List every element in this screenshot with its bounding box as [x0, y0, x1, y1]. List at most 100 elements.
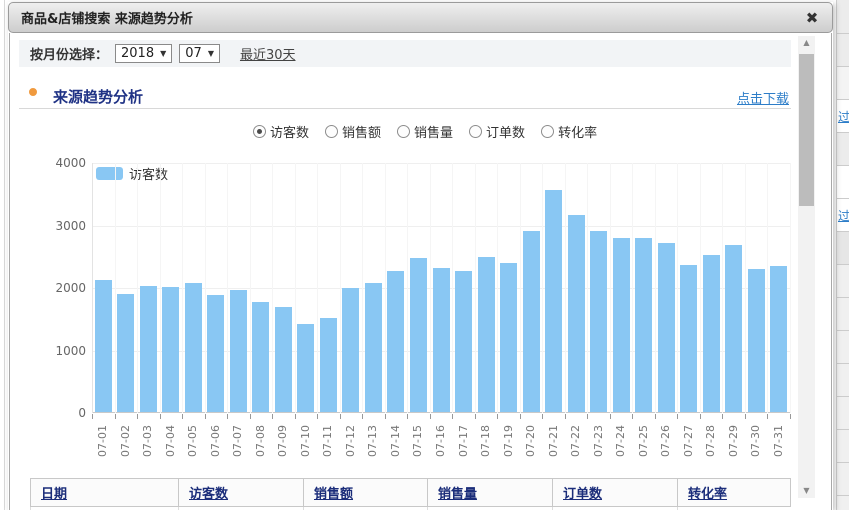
gridline [520, 163, 521, 413]
bar-07-16 [433, 268, 450, 412]
bar-07-28 [703, 255, 720, 413]
download-link[interactable]: 点击下载 [737, 88, 789, 107]
radio-icon[interactable] [325, 125, 338, 138]
dialog-titlebar: 商品&店铺搜索 来源趋势分析 ✖ [8, 2, 833, 33]
x-axis-label: 07-17 [458, 419, 470, 463]
gridline [767, 163, 768, 413]
radio-icon[interactable] [397, 125, 410, 138]
column-header-访客数[interactable]: 访客数 [189, 483, 228, 502]
gridline [160, 163, 161, 413]
x-axis-label: 07-06 [210, 419, 222, 463]
metric-radio-group: 访客数销售额销售量订单数转化率 [253, 122, 613, 140]
x-axis-tick [632, 414, 633, 419]
x-axis-label: 07-23 [593, 419, 605, 463]
scroll-up-icon[interactable]: ▲ [798, 36, 815, 50]
bar-07-14 [387, 271, 404, 412]
x-axis-label: 07-24 [615, 419, 627, 463]
x-axis-label: 07-11 [322, 419, 334, 463]
dialog-scrollbar[interactable]: ▲ ▼ [798, 36, 815, 498]
gridline [790, 163, 791, 413]
x-axis-label: 07-26 [660, 419, 672, 463]
y-axis-tick-label: 0 [36, 406, 86, 420]
metric-radio-销售量[interactable]: 销售量 [397, 122, 453, 141]
x-axis-label: 07-15 [412, 419, 424, 463]
x-axis-tick [677, 414, 678, 419]
bar-07-01 [95, 280, 112, 412]
month-select-value: 07 [185, 46, 202, 61]
radio-icon[interactable] [469, 125, 482, 138]
x-axis-label: 07-08 [255, 419, 267, 463]
x-axis-tick [497, 414, 498, 419]
close-icon[interactable]: ✖ [802, 8, 822, 28]
x-axis-label: 07-28 [705, 419, 717, 463]
x-axis-label: 07-12 [345, 419, 357, 463]
scroll-down-icon[interactable]: ▼ [798, 484, 815, 498]
bar-07-18 [478, 257, 495, 412]
month-select[interactable]: 07 ▼ [179, 44, 220, 63]
bar-07-26 [658, 243, 675, 412]
x-axis-tick [565, 414, 566, 419]
recent-30-days-link[interactable]: 最近30天 [240, 44, 296, 63]
x-axis-tick [92, 414, 93, 419]
column-header-日期[interactable]: 日期 [41, 483, 67, 502]
gridline [362, 163, 363, 413]
radio-icon[interactable] [541, 125, 554, 138]
background-table-row [837, 397, 849, 430]
x-axis-tick [767, 414, 768, 419]
column-header-订单数[interactable]: 订单数 [563, 483, 602, 502]
month-filter-label: 按月份选择： [30, 44, 108, 63]
y-axis-tick-label: 1000 [36, 344, 86, 358]
gridline [137, 163, 138, 413]
background-table-row [837, 34, 849, 67]
gridline [497, 163, 498, 413]
bar-07-12 [342, 288, 359, 412]
x-axis-tick [205, 414, 206, 419]
background-table-row [837, 265, 849, 298]
x-axis-tick [790, 414, 791, 419]
background-table-row [837, 331, 849, 364]
metric-radio-转化率[interactable]: 转化率 [541, 122, 597, 141]
y-axis-tick-label: 2000 [36, 281, 86, 295]
gridline [587, 163, 588, 413]
gridline [115, 163, 116, 413]
x-axis-label: 07-16 [435, 419, 447, 463]
bar-07-31 [770, 266, 787, 412]
radio-selected-icon[interactable] [253, 125, 266, 138]
bar-07-30 [748, 269, 765, 412]
x-axis-tick [385, 414, 386, 419]
bar-07-25 [635, 238, 652, 412]
x-axis-tick [295, 414, 296, 419]
x-axis-label: 07-05 [187, 419, 199, 463]
x-axis-label: 07-14 [390, 419, 402, 463]
y-axis-tick-label: 4000 [36, 156, 86, 170]
x-axis-tick [610, 414, 611, 419]
bar-07-10 [297, 324, 314, 412]
column-header-销售量[interactable]: 销售量 [438, 483, 477, 502]
gridline [430, 163, 431, 413]
metric-radio-访客数[interactable]: 访客数 [253, 122, 309, 141]
bar-07-06 [207, 295, 224, 413]
x-axis-tick [362, 414, 363, 419]
gridline [295, 163, 296, 413]
x-axis-tick [340, 414, 341, 419]
bar-07-21 [545, 190, 562, 412]
page: 过过 商品&店铺搜索 来源趋势分析 ✖ 按月份选择： 2018 ▼ 07 ▼ 最… [0, 0, 849, 510]
column-header-转化率[interactable]: 转化率 [688, 483, 727, 502]
bar-07-08 [252, 302, 269, 412]
trend-analysis-dialog: 商品&店铺搜索 来源趋势分析 ✖ 按月份选择： 2018 ▼ 07 ▼ 最近30… [8, 2, 833, 510]
background-table-row [837, 0, 849, 34]
scrollbar-thumb[interactable] [799, 54, 814, 206]
metric-radio-订单数[interactable]: 订单数 [469, 122, 525, 141]
table-header-cell: 订单数 [552, 479, 677, 506]
year-select[interactable]: 2018 ▼ [115, 44, 172, 63]
metric-radio-销售额[interactable]: 销售额 [325, 122, 381, 141]
x-axis-tick [182, 414, 183, 419]
x-axis-tick [745, 414, 746, 419]
x-axis-label: 07-25 [638, 419, 650, 463]
x-axis-label: 07-27 [683, 419, 695, 463]
background-table-row: 过 [837, 199, 849, 232]
gridline [655, 163, 656, 413]
bar-07-23 [590, 231, 607, 412]
x-axis-tick [115, 414, 116, 419]
column-header-销售额[interactable]: 销售额 [314, 483, 353, 502]
